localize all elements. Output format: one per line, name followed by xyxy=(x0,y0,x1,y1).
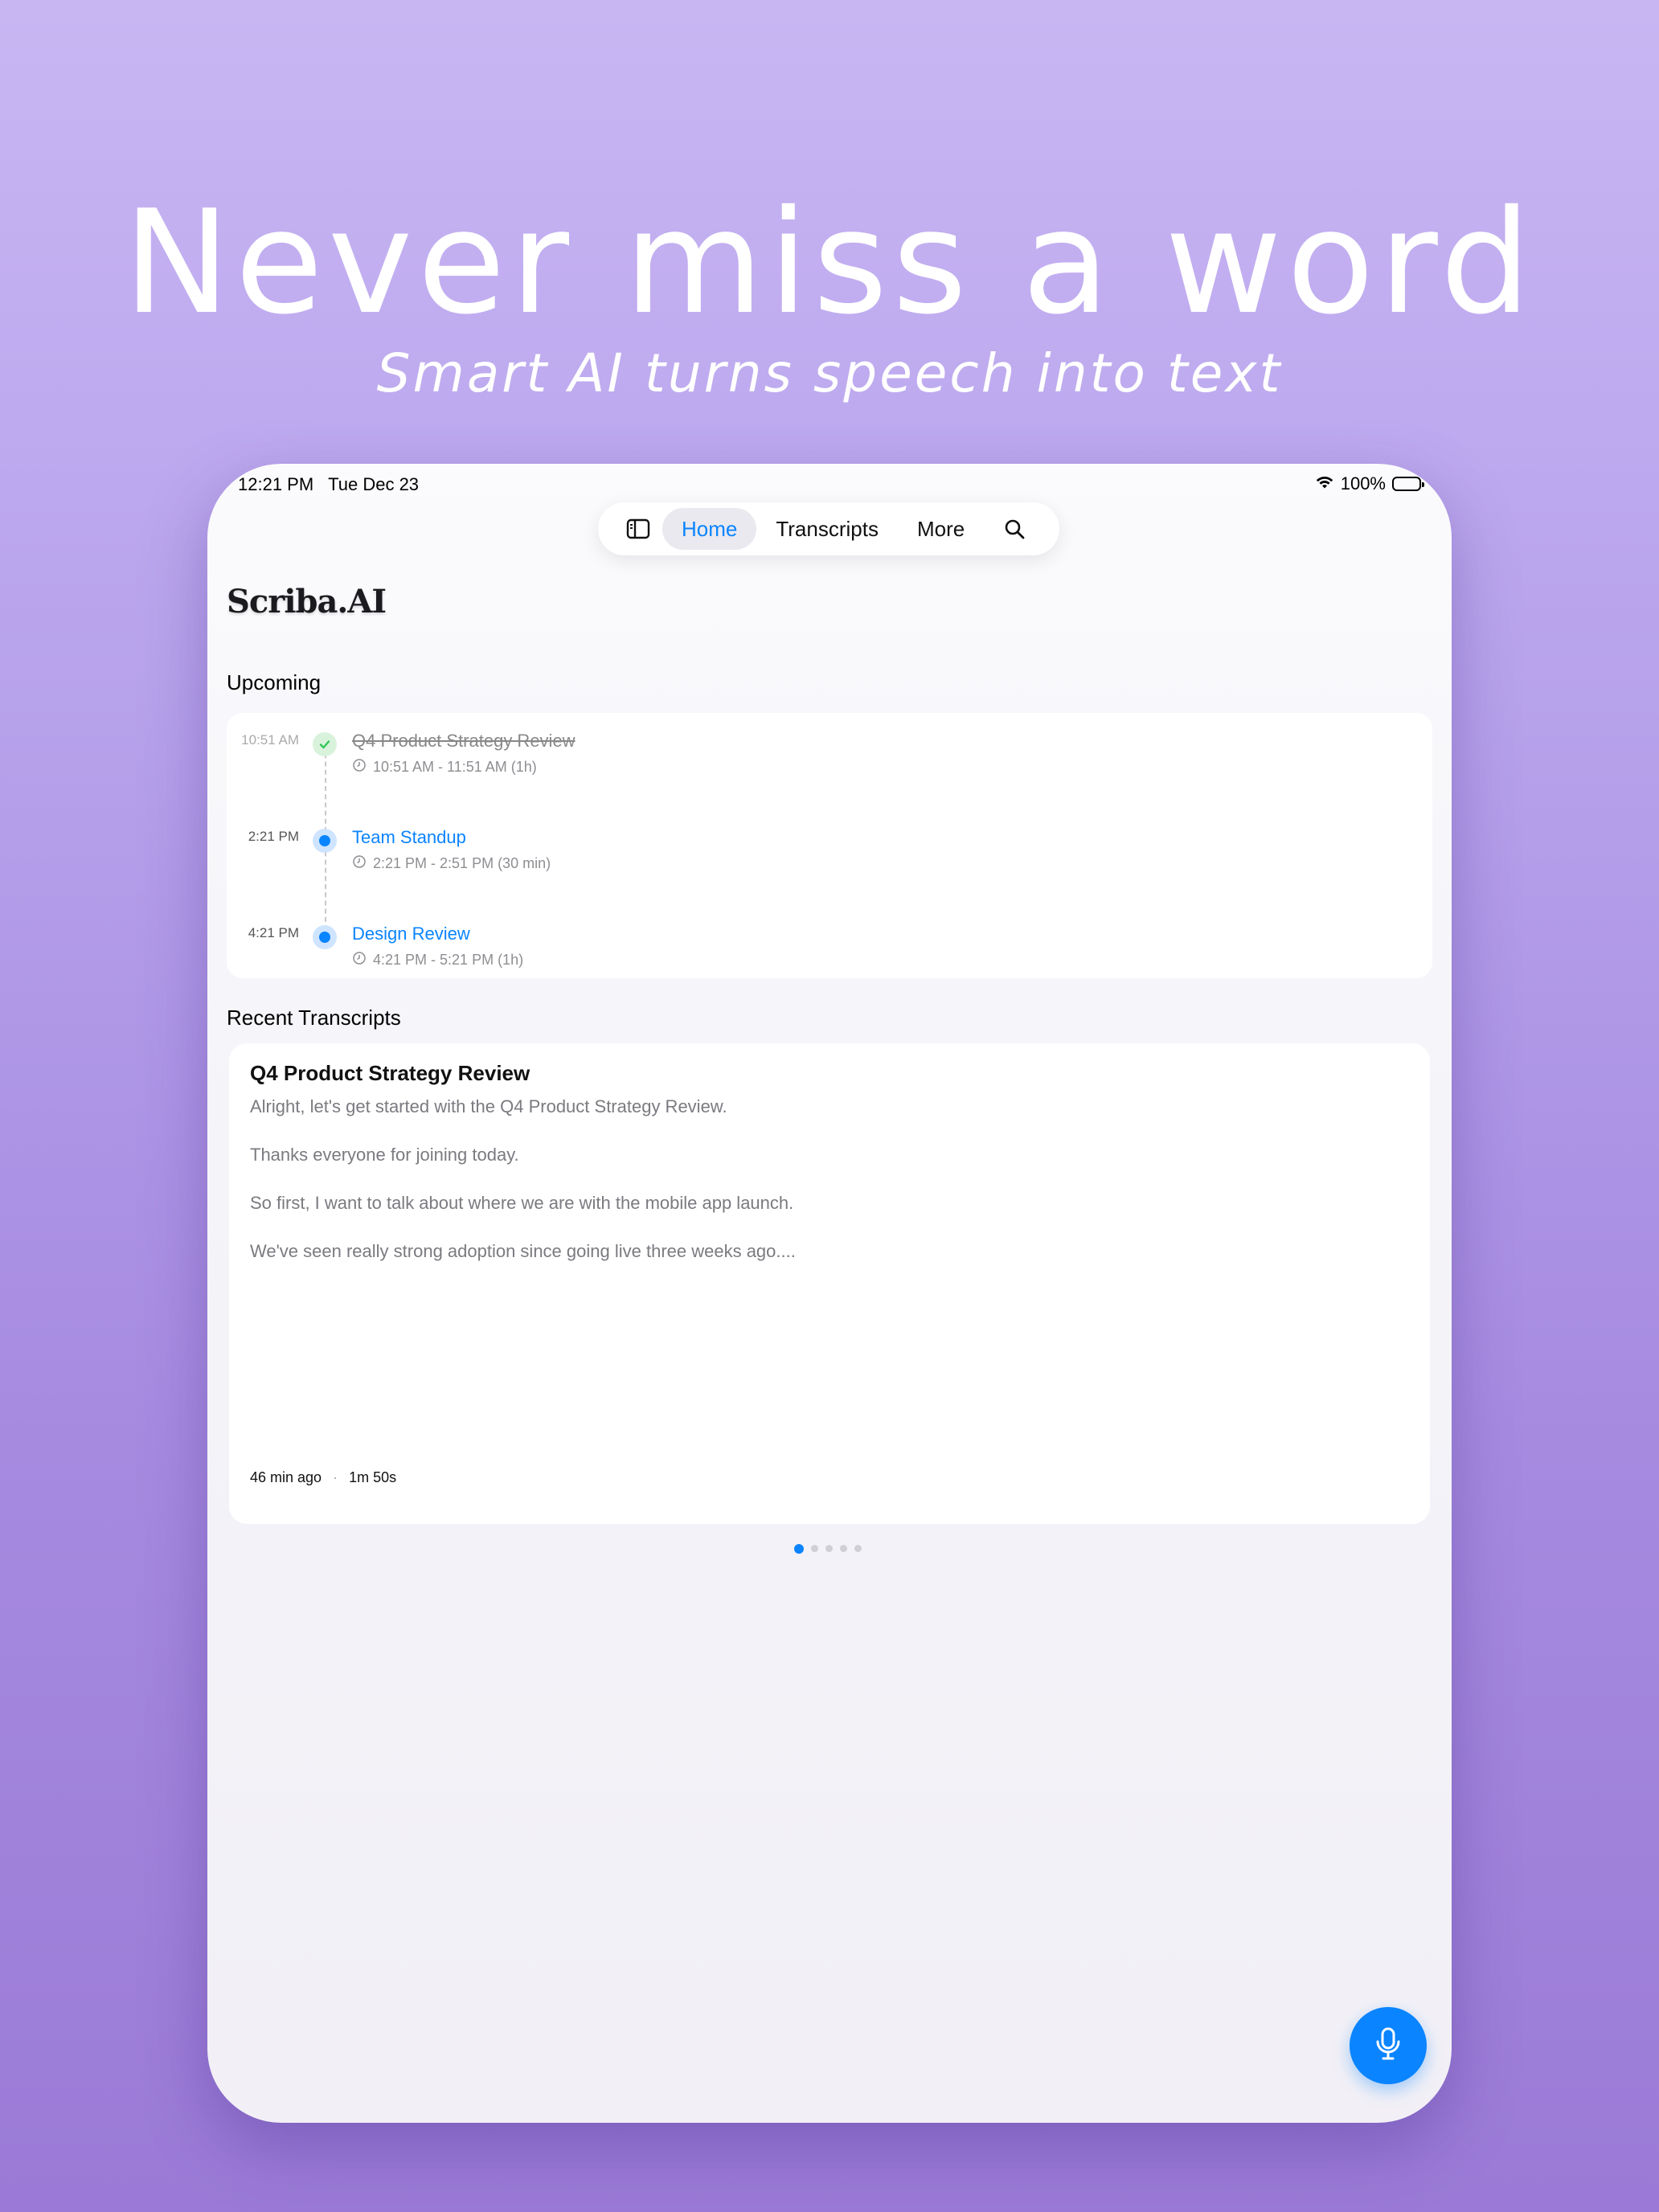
status-dot-icon xyxy=(313,925,337,949)
event-title: Q4 Product Strategy Review xyxy=(352,731,576,751)
page-indicator[interactable] xyxy=(794,1544,862,1554)
upcoming-heading: Upcoming xyxy=(227,670,322,694)
event-time: 4:21 PM xyxy=(248,925,299,940)
transcript-title: Q4 Product Strategy Review xyxy=(250,1061,530,1085)
status-date: Tue Dec 23 xyxy=(328,474,420,494)
page-dot[interactable] xyxy=(825,1545,833,1552)
transcript-age: 46 min ago xyxy=(250,1469,322,1485)
microphone-icon xyxy=(1372,2026,1404,2066)
status-time: 12:21 PM xyxy=(238,474,314,494)
top-navigation: Home Transcripts More xyxy=(598,502,1059,555)
separator: · xyxy=(333,1469,338,1485)
battery-percent: 100% xyxy=(1340,473,1386,494)
transcript-footer: 46 min ago · 1m 50s xyxy=(250,1469,396,1486)
checkmark-icon xyxy=(313,732,337,756)
clock-icon xyxy=(352,758,367,776)
page-dot[interactable] xyxy=(794,1544,804,1554)
device-screen: 12:21 PM Tue Dec 23 100% Home Transcript… xyxy=(207,464,1452,2123)
app-logo: Scriba.AI xyxy=(227,583,387,621)
clock-icon xyxy=(352,951,367,969)
page-dot[interactable] xyxy=(811,1545,818,1552)
event-meta: 2:21 PM - 2:51 PM (30 min) xyxy=(352,854,551,873)
sidebar-icon[interactable] xyxy=(614,505,662,553)
hero-headline: Never miss a word xyxy=(123,179,1536,346)
page-dot[interactable] xyxy=(840,1545,847,1552)
transcript-line: Alright, let's get started with the Q4 P… xyxy=(250,1096,727,1116)
tab-more[interactable]: More xyxy=(898,508,984,550)
transcript-card[interactable]: Q4 Product Strategy Review Alright, let'… xyxy=(229,1043,1430,1524)
clock-icon xyxy=(352,854,367,873)
transcript-duration: 1m 50s xyxy=(349,1469,397,1485)
status-dot-icon xyxy=(313,829,337,853)
search-icon[interactable] xyxy=(990,505,1038,553)
event-title: Design Review xyxy=(352,924,470,944)
event-item[interactable]: 10:51 AM Q4 Product Strategy Review 10:5… xyxy=(227,724,1432,789)
transcript-line: Thanks everyone for joining today. xyxy=(250,1145,519,1165)
event-meta: 10:51 AM - 11:51 AM (1h) xyxy=(352,758,537,776)
event-title: Team Standup xyxy=(352,827,466,847)
recent-transcripts-heading: Recent Transcripts xyxy=(227,1006,401,1030)
event-time: 10:51 AM xyxy=(241,732,299,748)
tab-transcripts[interactable]: Transcripts xyxy=(756,508,898,550)
event-meta: 4:21 PM - 5:21 PM (1h) xyxy=(352,951,523,969)
status-bar-time: 12:21 PM Tue Dec 23 xyxy=(238,474,419,495)
event-range: 10:51 AM - 11:51 AM (1h) xyxy=(373,759,537,775)
record-button[interactable] xyxy=(1350,2007,1427,2084)
transcript-line: So first, I want to talk about where we … xyxy=(250,1193,794,1213)
page-dot[interactable] xyxy=(854,1545,862,1552)
upcoming-card: 10:51 AM Q4 Product Strategy Review 10:5… xyxy=(227,713,1432,978)
status-bar-right: 100% xyxy=(1315,473,1424,494)
event-item[interactable]: 4:21 PM Design Review 4:21 PM - 5:21 PM … xyxy=(227,917,1432,981)
hero-subheadline: Smart AI turns speech into text xyxy=(376,342,1283,404)
event-range: 4:21 PM - 5:21 PM (1h) xyxy=(373,952,524,968)
wifi-icon xyxy=(1315,473,1334,494)
event-item[interactable]: 2:21 PM Team Standup 2:21 PM - 2:51 PM (… xyxy=(227,821,1432,885)
event-time: 2:21 PM xyxy=(248,829,299,844)
transcript-line: We've seen really strong adoption since … xyxy=(250,1241,796,1261)
event-range: 2:21 PM - 2:51 PM (30 min) xyxy=(373,855,551,871)
battery-icon xyxy=(1392,477,1424,491)
tab-home[interactable]: Home xyxy=(662,508,757,550)
